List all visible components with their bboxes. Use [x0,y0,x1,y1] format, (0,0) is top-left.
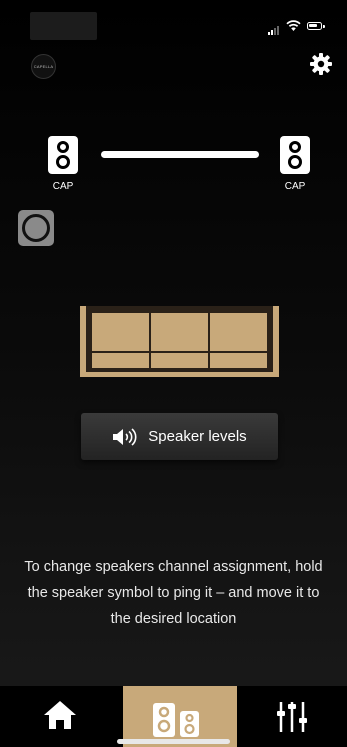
status-bar-time-redacted [30,12,97,40]
sofa-listening-position [80,306,279,377]
speaker-left-label: CAP [52,181,74,192]
speakers-icon [153,703,199,737]
speaker-right-icon[interactable] [280,136,310,174]
brand-logo: CAPELLA [31,54,56,79]
home-indicator[interactable] [117,739,230,744]
ring-icon[interactable] [18,210,54,246]
speakers-tab[interactable] [123,686,237,747]
cellular-signal-icon [268,26,279,35]
wifi-icon [286,20,301,31]
speaker-right-label: CAP [284,181,306,192]
speaker-link-bar [101,151,259,158]
instruction-text: To change speakers channel assignment, h… [24,559,323,627]
mixer-sliders-icon[interactable] [276,700,308,734]
speaker-volume-icon [113,427,137,446]
battery-icon [307,22,325,30]
brand-logo-text: CAPELLA [33,64,54,69]
home-icon[interactable] [43,700,77,730]
speaker-left-icon[interactable] [48,136,78,174]
gear-icon[interactable] [309,52,333,76]
speaker-levels-button[interactable]: Speaker levels [81,413,278,460]
speaker-levels-label: Speaker levels [148,428,247,445]
